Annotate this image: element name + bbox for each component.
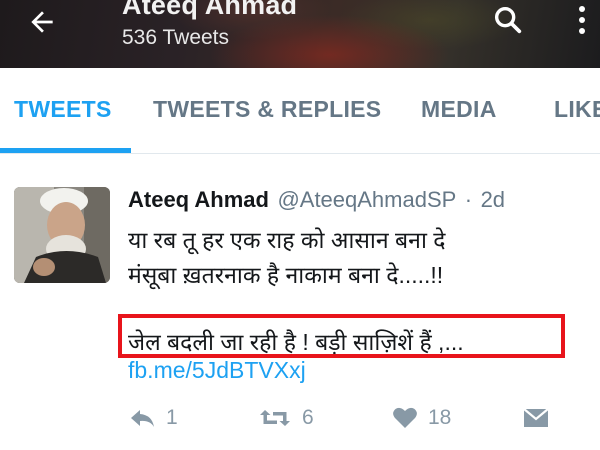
- tab-media[interactable]: MEDIA: [421, 96, 497, 123]
- profile-photo-icon: [14, 187, 110, 283]
- more-dots-icon: [579, 6, 585, 12]
- tweet-link[interactable]: fb.me/5JdBTVXxj: [128, 357, 306, 384]
- profile-header: Ateeq Ahmad 536 Tweets: [0, 0, 600, 68]
- profile-tabs: TWEETS TWEETS & REPLIES MEDIA LIKES: [0, 68, 600, 154]
- like-button[interactable]: 18: [392, 406, 451, 430]
- author-name[interactable]: Ateeq Ahmad: [128, 187, 269, 212]
- reply-icon: [131, 410, 154, 427]
- search-icon: [494, 6, 522, 34]
- heart-icon: [393, 407, 417, 428]
- retweet-count: 6: [302, 406, 314, 429]
- back-button[interactable]: [22, 2, 62, 42]
- active-tab-indicator: [0, 148, 131, 153]
- tweet-header: Ateeq Ahmad @AteeqAhmadSP · 2d: [128, 187, 505, 213]
- like-count: 18: [428, 406, 452, 429]
- tab-likes[interactable]: LIKES: [554, 96, 600, 123]
- tweet-text-line: मंसूबा ख़तरनाक है नाकाम बना दे.....!!: [128, 262, 444, 288]
- envelope-icon: [523, 408, 549, 427]
- retweet-icon: [260, 410, 290, 426]
- search-button[interactable]: [488, 0, 528, 40]
- retweet-button[interactable]: 6: [258, 406, 314, 430]
- red-highlight-box: [118, 314, 565, 358]
- tweet-actions: 1 6 18: [0, 400, 600, 440]
- author-handle[interactable]: @AteeqAhmadSP: [277, 187, 456, 212]
- separator-dot: ·: [464, 187, 473, 212]
- reply-button[interactable]: 1: [128, 406, 178, 430]
- tweet-text-line: या रब तू हर एक राह को आसान बना दे: [128, 227, 446, 253]
- profile-name: Ateeq Ahmad: [122, 0, 298, 20]
- tweet-count: 536 Tweets: [122, 26, 230, 49]
- tweet-timestamp: 2d: [480, 187, 506, 212]
- more-options-button[interactable]: [568, 0, 596, 40]
- arrow-left-icon: [31, 11, 53, 33]
- reply-count: 1: [166, 406, 178, 429]
- tweet-item[interactable]: Ateeq Ahmad @AteeqAhmadSP · 2d या रब तू …: [0, 155, 600, 450]
- avatar[interactable]: [14, 187, 110, 283]
- tab-tweets[interactable]: TWEETS: [14, 96, 112, 123]
- direct-message-button[interactable]: [522, 406, 550, 430]
- tab-tweets-replies[interactable]: TWEETS & REPLIES: [153, 96, 381, 123]
